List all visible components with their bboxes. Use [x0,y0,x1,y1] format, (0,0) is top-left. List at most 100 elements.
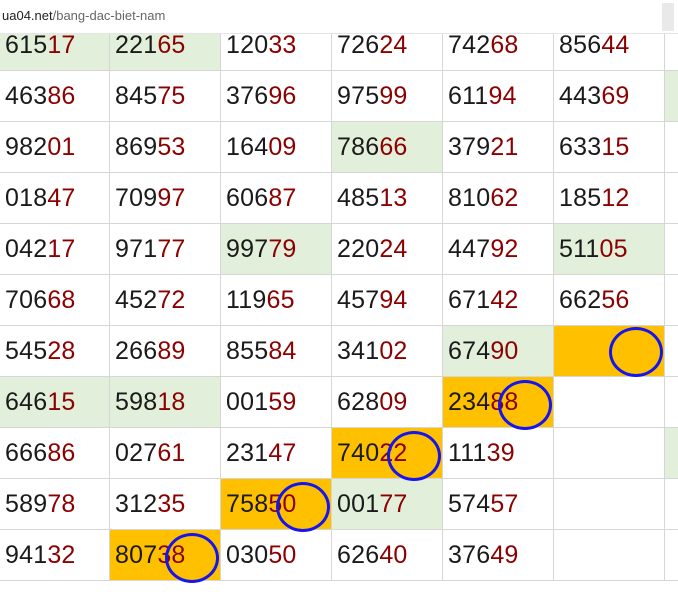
table-cell: 59818 [110,377,221,428]
number-head-digits: 810 [448,184,491,212]
prize-number: 37649 [448,540,519,570]
number-tail-digits: 35 [157,490,186,518]
prize-number: 62640 [337,540,408,570]
number-head-digits: 220 [337,235,380,263]
number-tail-digits: 61 [157,439,186,467]
prize-number: 99779 [226,234,297,264]
table-cell: 00159 [221,377,332,428]
number-head-digits: 457 [337,286,380,314]
number-head-digits: 018 [5,184,48,212]
browser-address-bar[interactable]: ua04.net/bang-dac-biet-nam [0,0,678,34]
number-tail-digits: 96 [268,82,297,110]
number-tail-digits: 24 [379,235,408,263]
table-cell: 80738 [110,530,221,581]
table-cell: 02761 [110,428,221,479]
table-cell: 75850 [221,479,332,530]
table-cell: 37921 [443,122,554,173]
number-head-digits: 376 [448,541,491,569]
prize-number: 67142 [448,285,519,315]
number-head-digits: 447 [448,235,491,263]
prize-number: 74022 [337,438,408,468]
number-tail-digits: 02 [379,337,408,365]
address-bar-end-button[interactable] [662,3,674,31]
table-cell: 45794 [332,275,443,326]
prize-number: 70997 [115,183,186,213]
table-cell-partial [665,275,678,326]
table-cell [554,530,665,581]
prize-number: 44369 [559,81,630,111]
prize-number: 23147 [226,438,297,468]
number-head-digits: 807 [115,541,158,569]
prize-number: 01847 [5,183,76,213]
number-tail-digits: 57 [490,490,519,518]
number-head-digits: 706 [5,286,48,314]
number-head-digits: 463 [5,82,48,110]
prize-number: 48513 [337,183,408,213]
number-tail-digits: 78 [47,490,76,518]
number-head-digits: 164 [226,133,269,161]
number-tail-digits: 24 [379,31,408,59]
prize-number: 67490 [448,336,519,366]
number-tail-digits: 47 [47,184,76,212]
number-head-digits: 845 [115,82,158,110]
number-tail-digits: 65 [157,31,186,59]
table-cell: 58978 [0,479,110,530]
prize-number: 86953 [115,132,186,162]
number-tail-digits: 09 [379,388,408,416]
number-head-digits: 674 [448,337,491,365]
prize-number: 18512 [559,183,630,213]
table-cell-partial [665,224,678,275]
table-cell: 98201 [0,122,110,173]
table-cell: 31235 [110,479,221,530]
table-cell: 26689 [110,326,221,377]
number-tail-digits: 72 [157,286,186,314]
table-cell: 99779 [221,224,332,275]
prize-number: 72624 [337,30,408,60]
number-tail-digits: 49 [490,541,519,569]
number-tail-digits: 86 [47,439,76,467]
number-head-digits: 231 [226,439,269,467]
table-cell: 23147 [221,428,332,479]
number-head-digits: 941 [5,541,48,569]
number-head-digits: 485 [337,184,380,212]
prize-number: 51105 [559,234,628,264]
prize-number: 11139 [448,438,515,468]
table-row: 54528 26689 85584 34102 67490 [0,326,678,377]
table-cell: 51105 [554,224,665,275]
table-cell: 97177 [110,224,221,275]
number-head-digits: 615 [5,31,48,59]
number-tail-digits: 77 [157,235,186,263]
number-tail-digits: 68 [47,286,76,314]
prize-number: 80738 [115,540,186,570]
prize-number: 75850 [226,489,297,519]
number-tail-digits: 62 [490,184,519,212]
number-head-digits: 379 [448,133,491,161]
number-tail-digits: 50 [268,541,297,569]
number-tail-digits: 75 [157,82,186,110]
number-tail-digits: 86 [47,82,76,110]
table-cell-partial [665,173,678,224]
table-cell: 86953 [110,122,221,173]
table-cell: 04217 [0,224,110,275]
number-tail-digits: 15 [47,388,76,416]
number-tail-digits: 94 [379,286,408,314]
address-text[interactable]: ua04.net/bang-dac-biet-nam [2,8,165,23]
url-host: ua04.net [2,8,53,23]
prize-number: 97177 [115,234,186,264]
number-tail-digits: 17 [47,235,76,263]
number-tail-digits: 99 [379,82,408,110]
number-tail-digits: 92 [490,235,519,263]
number-head-digits: 443 [559,82,602,110]
number-tail-digits: 90 [490,337,519,365]
number-head-digits: 221 [115,31,158,59]
number-head-digits: 971 [115,235,158,263]
prize-number: 54528 [5,336,76,366]
number-tail-digits: 47 [268,439,297,467]
table-cell: 61194 [443,71,554,122]
number-head-digits: 856 [559,31,602,59]
prize-number: 57457 [448,489,519,519]
table-row: 01847 70997 60687 48513 81062 18512 [0,173,678,224]
table-cell: 34102 [332,326,443,377]
table-cell: 60687 [221,173,332,224]
number-tail-digits: 13 [379,184,408,212]
